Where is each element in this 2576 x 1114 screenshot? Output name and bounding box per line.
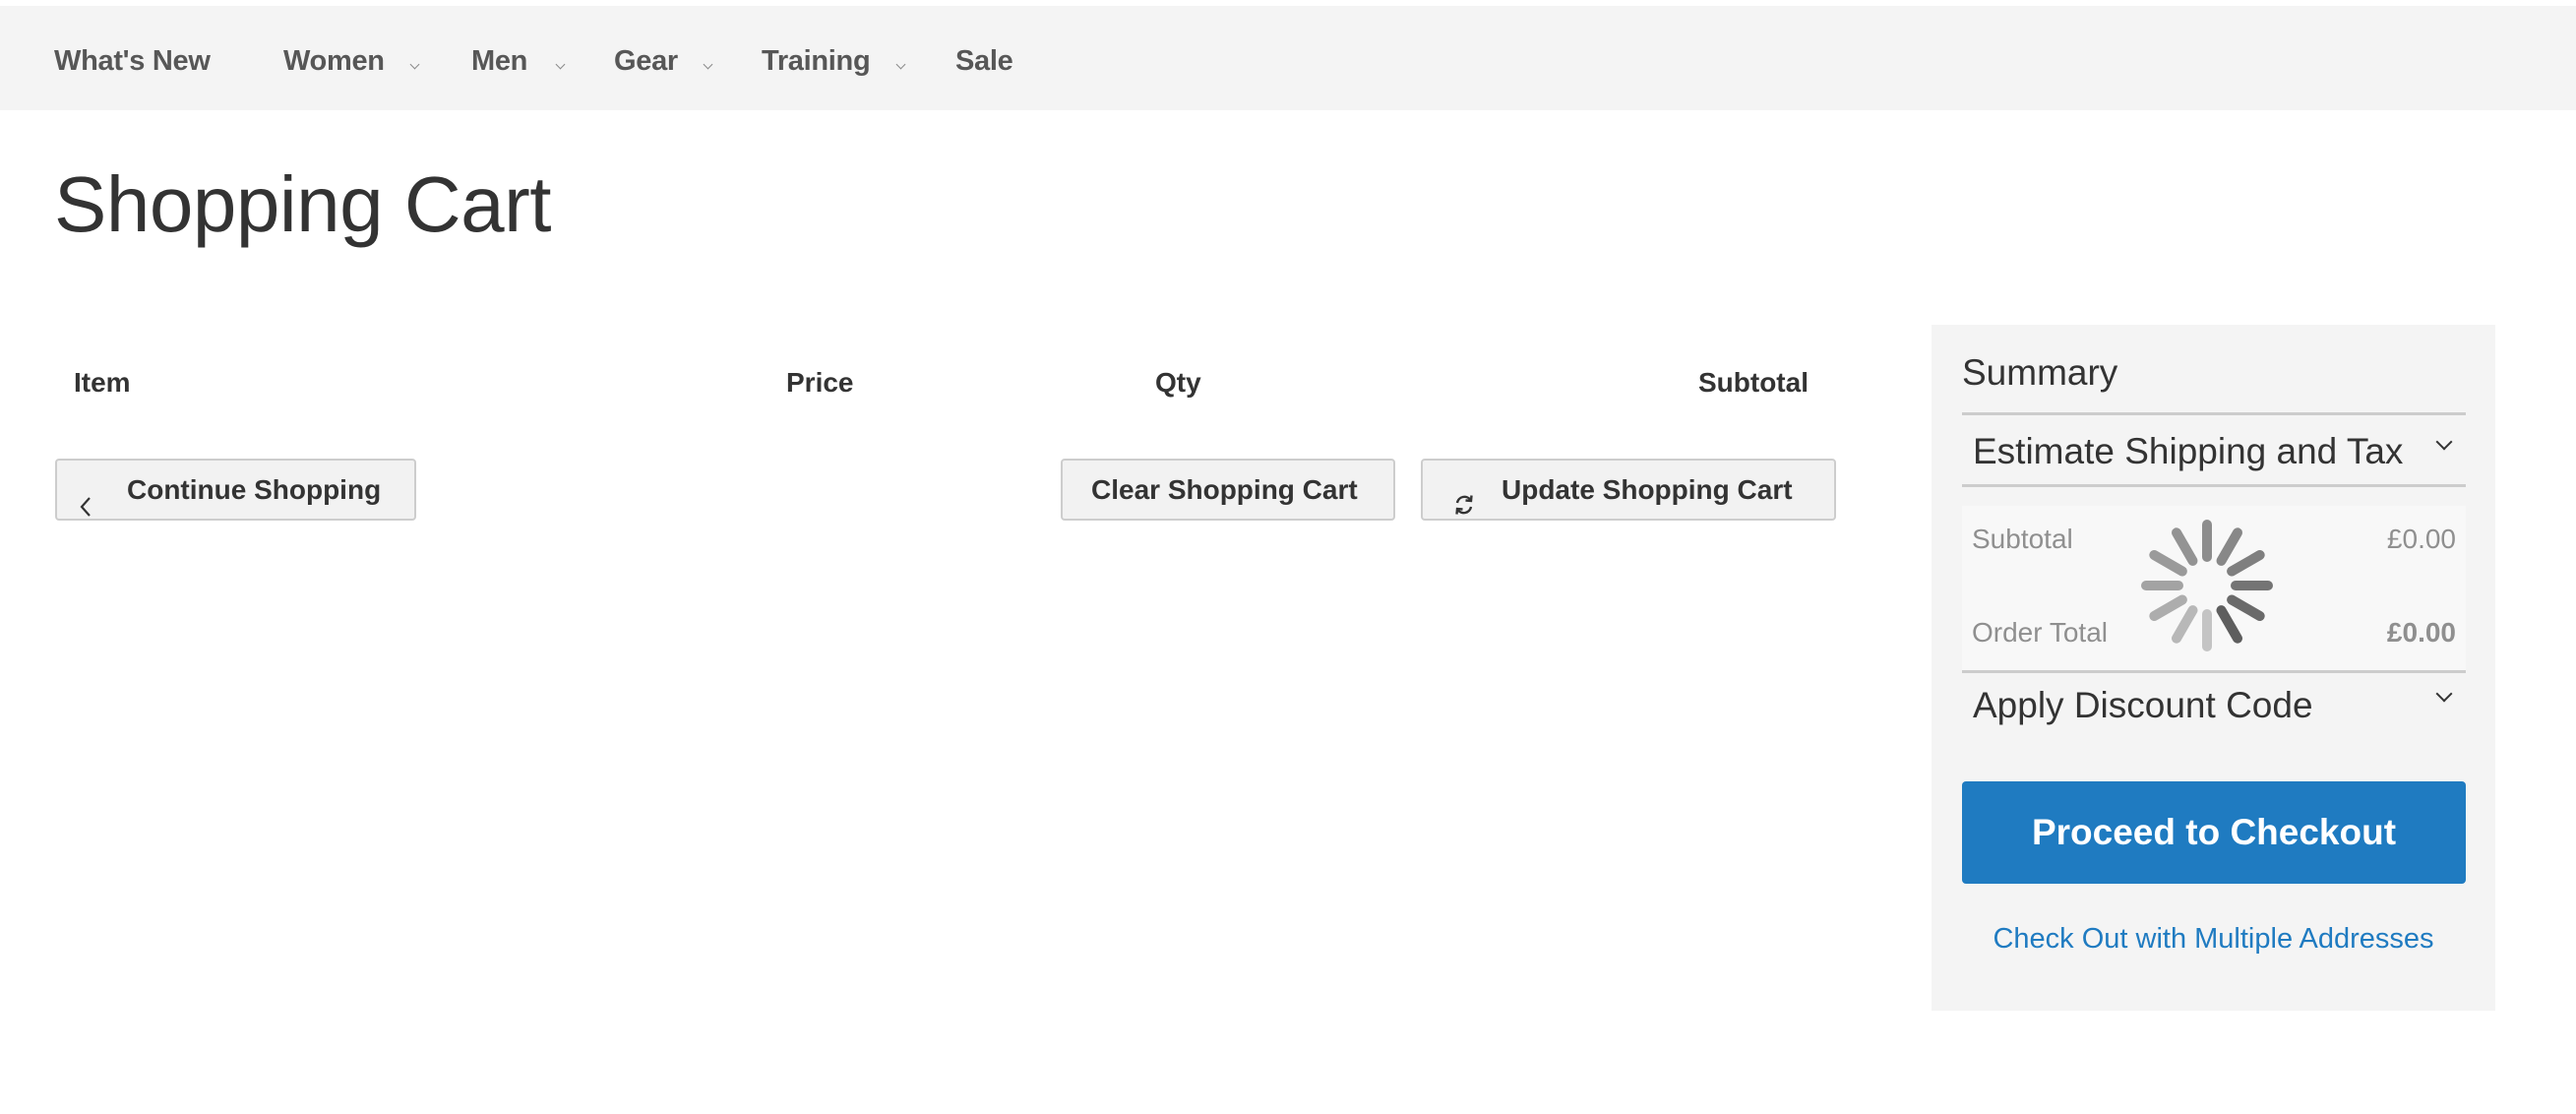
divider	[1962, 412, 2466, 415]
checkout-multiple-addresses-link[interactable]: Check Out with Multiple Addresses	[1932, 921, 2495, 957]
chevron-down-icon[interactable]	[2435, 433, 2453, 451]
page-title: Shopping Cart	[54, 160, 551, 248]
column-header-subtotal: Subtotal	[1698, 367, 1809, 398]
loading-spinner-icon	[2141, 520, 2273, 651]
spinner-spoke	[2227, 594, 2265, 621]
continue-shopping-button[interactable]: Continue Shopping	[55, 459, 416, 521]
column-header-qty: Qty	[1155, 367, 1201, 398]
apply-discount-code-toggle[interactable]: Apply Discount Code	[1973, 683, 2313, 728]
order-total-label: Order Total	[1972, 617, 2108, 648]
chevron-down-icon	[409, 59, 420, 70]
estimate-shipping-toggle[interactable]: Estimate Shipping and Tax	[1973, 429, 2403, 474]
column-header-item: Item	[74, 367, 131, 398]
nav-item-sale[interactable]: Sale	[955, 43, 1013, 79]
spinner-spoke	[2172, 605, 2198, 644]
spinner-spoke	[2172, 527, 2198, 566]
divider	[1962, 670, 2466, 673]
clear-shopping-cart-label: Clear Shopping Cart	[1091, 474, 1358, 505]
chevron-down-icon	[555, 59, 566, 70]
nav-item-men[interactable]: Men	[471, 43, 527, 79]
divider	[1962, 484, 2466, 487]
summary-title: Summary	[1962, 352, 2118, 393]
cart-summary: Summary Estimate Shipping and Tax Subtot…	[1932, 325, 2495, 1011]
subtotal-value: £0.00	[2386, 524, 2456, 554]
continue-shopping-label: Continue Shopping	[127, 474, 382, 505]
chevron-left-icon	[79, 479, 92, 537]
nav-item-gear[interactable]: Gear	[614, 43, 678, 79]
column-header-price: Price	[786, 367, 854, 398]
order-total-value: £0.00	[2386, 617, 2456, 648]
chevron-down-icon[interactable]	[2435, 685, 2453, 703]
subtotal-label: Subtotal	[1972, 524, 2073, 554]
nav-item-women[interactable]: Women	[283, 43, 385, 79]
chevron-down-icon	[703, 59, 713, 70]
nav-item-training[interactable]: Training	[762, 43, 871, 79]
chevron-down-icon	[895, 59, 906, 70]
update-shopping-cart-label: Update Shopping Cart	[1502, 474, 1793, 505]
nav-item-whats-new[interactable]: What's New	[54, 43, 211, 79]
spinner-spoke	[2227, 550, 2265, 577]
clear-shopping-cart-button[interactable]: Clear Shopping Cart	[1061, 459, 1395, 521]
spinner-spoke	[2149, 550, 2187, 577]
totals-box: Subtotal £0.00 Order Total £0.00	[1962, 506, 2466, 670]
spinner-spoke	[2149, 594, 2187, 621]
top-navigation: What's New Women Men Gear Training Sale	[0, 6, 2576, 110]
proceed-to-checkout-button[interactable]: Proceed to Checkout	[1962, 781, 2466, 884]
spinner-spoke	[2216, 605, 2242, 644]
update-shopping-cart-button[interactable]: Update Shopping Cart	[1421, 459, 1836, 521]
spinner-spoke	[2216, 527, 2242, 566]
refresh-icon	[1452, 478, 1476, 536]
